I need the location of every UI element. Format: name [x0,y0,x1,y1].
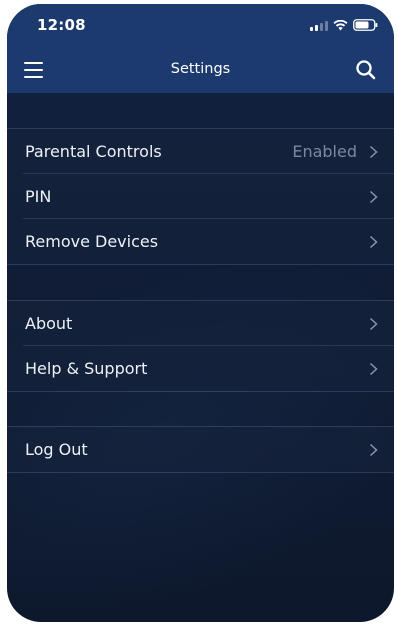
chevron-right-icon [369,235,378,249]
row-pin[interactable]: PIN [7,174,394,219]
search-button[interactable] [352,56,380,84]
chevron-right-icon [369,145,378,159]
row-remove-devices[interactable]: Remove Devices [7,219,394,264]
row-label: About [25,314,73,333]
chevron-right-icon [369,443,378,457]
row-parental-controls[interactable]: Parental Controls Enabled [7,129,394,174]
cellular-signal-icon [310,20,328,31]
battery-icon [353,19,378,31]
row-label: Log Out [25,440,88,459]
phone-screen: 12:08 Settings Parental Controls Enabled… [7,4,394,622]
page-title: Settings [170,61,231,77]
chevron-right-icon [369,190,378,204]
status-bar: 12:08 [7,4,394,48]
chevron-right-icon [369,362,378,376]
app-header: 12:08 Settings [7,4,394,93]
wifi-icon [333,19,348,31]
row-label: PIN [25,187,52,206]
row-log-out[interactable]: Log Out [7,427,394,472]
chevron-right-icon [369,317,378,331]
row-label: Help & Support [25,359,148,378]
search-icon [356,60,376,80]
row-about[interactable]: About [7,301,394,346]
navigation-bar: Settings [7,48,394,93]
status-time: 12:08 [37,16,86,34]
row-status-value: Enabled [292,142,357,161]
row-help-support[interactable]: Help & Support [7,346,394,391]
status-icons [310,18,378,32]
row-label: Remove Devices [25,232,159,251]
row-label: Parental Controls [25,142,162,161]
